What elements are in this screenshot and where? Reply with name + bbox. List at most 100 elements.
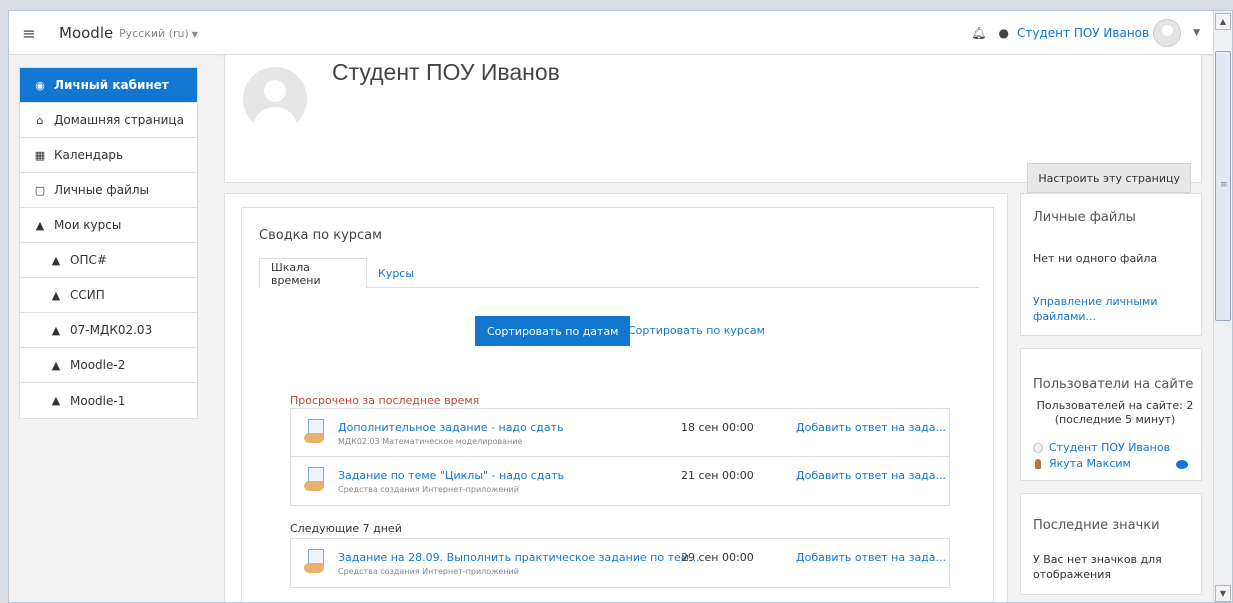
event-date: 29 сен 00:00 [681,551,754,564]
page-header: Студент ПОУ Иванов Настроить эту страниц… [224,55,1202,193]
sidebar-item-label: ОПС# [70,253,107,267]
tab-courses[interactable]: Курсы [367,258,425,289]
event-row: Дополнительное задание - надо сдать МДК0… [291,409,949,457]
sidebar-item-private-files[interactable]: ▢ Личные файлы [20,173,197,208]
language-label: Русский (ru) [119,27,189,40]
scroll-thumb[interactable]: ≡ [1215,51,1231,321]
overdue-event-list: Дополнительное задание - надо сдать МДК0… [290,408,950,506]
graduation-cap-icon: ▲ [51,323,61,337]
sidebar-item-course-mdk[interactable]: ▲ 07-МДК02.03 [20,313,197,348]
user-menu-name[interactable]: Студент ПОУ Иванов [1017,26,1149,40]
customize-page-button[interactable]: Настроить эту страницу [1027,163,1191,193]
user-pin-icon [1035,458,1041,469]
event-action-link[interactable]: Добавить ответ на зада... [796,421,946,434]
nav-drawer: ◉ Личный кабинет ⌂ Домашняя страница ▦ Кале… [9,55,214,602]
course-overview-title: Сводка по курсам [259,228,382,243]
sidebar-item-label: 07-МДК02.03 [70,323,153,337]
profile-avatar [243,67,307,131]
sidebar-item-label: Домашняя страница [54,113,184,127]
online-users-count: Пользователей на сайте: 2 (последние 5 ми… [1029,399,1201,427]
assignment-icon [304,549,326,575]
event-row: Задание на 28.09. Выполнить практическое… [291,539,949,587]
sidebar-item-my-courses[interactable]: ▲ Мои курсы [20,208,197,243]
browser-frame: ≡ Moodle Русский (ru) ▼ 🔔︎ ● Студент ПОУ … [8,10,1233,603]
online-user-link[interactable]: Студент ПОУ Иванов [1049,441,1170,454]
sidebar-item-home[interactable]: ⌂ Домашняя страница [20,103,197,138]
sidebar-item-dashboard[interactable]: ◉ Личный кабинет [20,68,197,103]
online-count-line: Пользователей на сайте: 2 [1036,399,1194,412]
upcoming-event-list: Задание на 28.09. Выполнить практическое… [290,538,950,588]
messages-icon[interactable]: ● [999,26,1009,40]
site-name[interactable]: Moodle [59,24,113,42]
overdue-heading: Просрочено за последнее время [290,394,480,407]
menu-toggle-icon[interactable]: ≡ [19,23,39,43]
sidebar-item-course-moodle2[interactable]: ▲ Moodle-2 [20,348,197,383]
sort-by-courses-link[interactable]: Сортировать по курсам [628,324,765,337]
sort-by-dates-button[interactable]: Сортировать по датам [475,316,631,346]
sidebar-item-course-moodle1[interactable]: ▲ Moodle-1 [20,383,197,418]
block-title: Последние значки [1033,518,1160,533]
user-nav: 🔔︎ ● Студент ПОУ Иванов ▼ [971,11,1214,55]
private-files-block: Личные файлы Нет ни одного файла Управле… [1020,193,1202,336]
graduation-cap-icon: ▲ [51,394,61,407]
online-users-block: Пользователи на сайте Пользователей на с… [1020,348,1202,481]
sidebar-item-calendar[interactable]: ▦ Календарь [20,138,197,173]
assignment-icon [304,419,326,445]
manage-files-link[interactable]: Управление личными файлами... [1033,294,1193,324]
sidebar-item-label: Личные файлы [54,183,149,197]
sidebar-item-label: Мои курсы [54,218,122,232]
graduation-cap-icon: ▲ [51,253,61,267]
sidebar-item-course-ops[interactable]: ▲ ОПС# [20,243,197,278]
nav-list: ◉ Личный кабинет ⌂ Домашняя страница ▦ Кале… [19,67,198,419]
online-user: Студент ПОУ Иванов [1033,441,1170,454]
event-course: МДК02.03 Математическое моделирование [338,437,523,446]
event-date: 21 сен 00:00 [681,469,754,482]
event-date: 18 сен 00:00 [681,421,754,434]
event-title-link[interactable]: Дополнительное задание - надо сдать [338,421,564,434]
language-selector[interactable]: Русский (ru) ▼ [119,27,198,40]
sidebar-item-label: Moodle-1 [70,393,126,408]
event-course: Средства создания Интернет-приложений [338,485,519,494]
vertical-scrollbar[interactable]: ▲ ≡ ▼ [1213,11,1232,602]
calendar-icon: ▦ [34,148,46,162]
sidebar-item-label: Moodle-2 [70,358,126,372]
course-overview-block: Сводка по курсам Шкала времени Курсы Сор… [241,207,994,602]
page-title: Студент ПОУ Иванов [332,59,560,85]
file-icon: ▢ [34,183,46,197]
badges-block: Последние значки У Вас нет значков для о… [1020,493,1202,595]
event-action-link[interactable]: Добавить ответ на зада... [796,551,946,564]
overview-tabs: Шкала времени Курсы [259,258,979,289]
graduation-cap-icon: ▲ [51,358,61,372]
sidebar-item-label: Календарь [54,148,124,162]
scroll-up-arrow-icon[interactable]: ▲ [1215,13,1231,30]
sidebar-item-label: ССИП [70,288,105,302]
online-user-link[interactable]: Якута Максим [1049,457,1131,470]
graduation-cap-icon: ▲ [35,218,45,232]
sidebar-item-label: Личный кабинет [54,78,169,92]
tab-timeline[interactable]: Шкала времени [259,258,367,289]
next-7-days-heading: Следующие 7 дней [290,522,402,535]
block-title: Пользователи на сайте [1033,377,1194,392]
event-course: Средства создания Интернет-приложений [338,567,519,576]
send-message-icon[interactable] [1176,460,1188,469]
user-avatar[interactable] [1153,19,1182,47]
scroll-down-arrow-icon[interactable]: ▼ [1215,585,1231,602]
block-title: Личные файлы [1033,210,1136,225]
event-row: Задание по теме "Циклы" - надо сдать Сре… [291,457,949,505]
caret-down-icon: ▼ [191,30,198,39]
user-face-icon [1033,442,1043,453]
assignment-icon [304,467,326,493]
dashboard-icon: ◉ [35,78,45,92]
user-menu-caret-icon[interactable]: ▼ [1193,28,1200,38]
event-action-link[interactable]: Добавить ответ на зада... [796,469,946,482]
top-navbar: ≡ Moodle Русский (ru) ▼ 🔔︎ ● Студент ПОУ … [9,11,1214,55]
no-files-text: Нет ни одного файла [1033,252,1158,265]
online-period-line: (последние 5 минут) [1054,413,1176,426]
notifications-bell-icon[interactable]: 🔔︎ [971,26,986,40]
event-title-link[interactable]: Задание на 28.09. Выполнить практическое… [338,551,700,564]
sidebar-item-course-ssip[interactable]: ▲ ССИП [20,278,197,313]
main-region: Сводка по курсам Шкала времени Курсы Сор… [224,193,1008,602]
event-title-link[interactable]: Задание по теме "Циклы" - надо сдать [338,469,564,482]
home-icon: ⌂ [36,113,44,127]
no-badges-text: У Вас нет значков для отображения [1033,553,1162,581]
